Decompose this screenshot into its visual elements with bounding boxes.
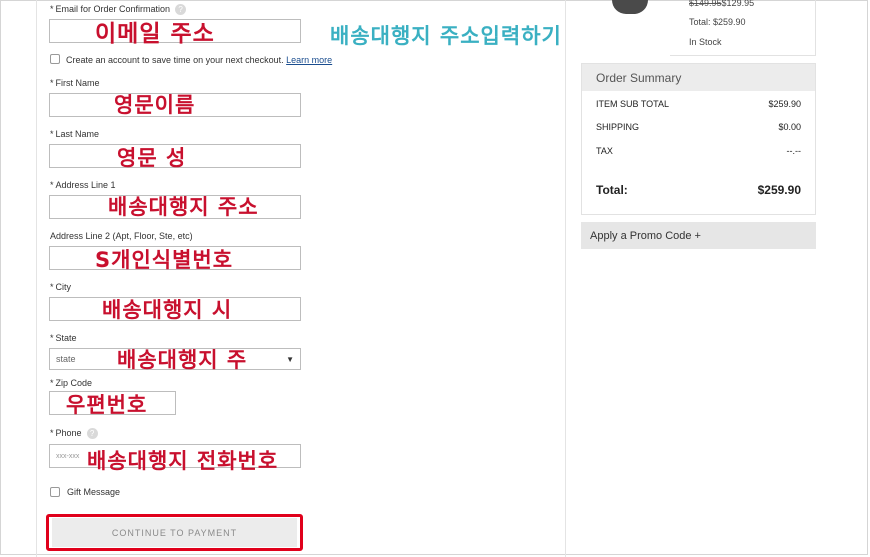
annotation-address1: 배송대행지 주소: [108, 195, 259, 219]
annotation-zip: 우편번호: [66, 393, 148, 417]
product-total: Total: $259.90: [689, 17, 746, 27]
annotation-phone: 배송대행지 전화번호: [87, 449, 279, 473]
address1-label: * Address Line 1: [50, 180, 116, 190]
annotation-state: 배송대행지 주: [117, 348, 248, 372]
last-name-label: * Last Name: [50, 129, 100, 139]
annotation-first-name: 영문이름: [114, 93, 196, 117]
annotation-last-name: 영문 성: [117, 146, 187, 170]
product-card-border: [815, 0, 816, 55]
chevron-down-icon: ▼: [286, 355, 294, 364]
stock-status: In Stock: [689, 37, 722, 47]
gift-message-label: Gift Message: [67, 487, 121, 497]
summary-row-tax: TAX --.--: [596, 146, 801, 156]
create-account-checkbox[interactable]: [50, 54, 60, 64]
highlight-box: [46, 514, 303, 551]
first-name-label: * First Name: [50, 78, 100, 88]
phone-label: * Phone?: [50, 428, 98, 440]
annotation-email: 이메일 주소: [95, 21, 215, 47]
city-label: * City: [50, 282, 72, 292]
product-card-border: [670, 55, 816, 56]
order-summary: Order Summary ITEM SUB TOTAL $259.90 SHIP…: [581, 63, 816, 215]
column-divider: [36, 0, 37, 557]
apply-promo-code-button[interactable]: Apply a Promo Code +: [581, 222, 816, 249]
column-divider: [565, 0, 566, 557]
order-summary-title: Order Summary: [582, 64, 815, 91]
help-icon[interactable]: ?: [86, 428, 98, 440]
state-label: * State: [50, 333, 77, 343]
summary-row-total: Total: $259.90: [596, 183, 801, 197]
product-price: $149.95$129.95: [689, 0, 755, 8]
annotation-address2: S개인식별번호: [95, 248, 234, 272]
summary-row-subtotal: ITEM SUB TOTAL $259.90: [596, 99, 801, 109]
phone-placeholder: xxx-xxx: [56, 452, 80, 460]
state-select-value: state: [56, 354, 76, 364]
summary-row-shipping: SHIPPING $0.00: [596, 122, 801, 132]
create-account-label: Create an account to save time on your n…: [66, 55, 333, 65]
gift-message-checkbox[interactable]: [50, 487, 60, 497]
zip-label: * Zip Code: [50, 378, 93, 388]
annotation-city: 배송대행지 시: [102, 298, 233, 322]
learn-more-link[interactable]: Learn more: [286, 55, 332, 65]
annotation-header: 배송대행지 주소입력하기: [330, 24, 562, 48]
address2-label: Address Line 2 (Apt, Floor, Ste, etc): [50, 231, 193, 241]
